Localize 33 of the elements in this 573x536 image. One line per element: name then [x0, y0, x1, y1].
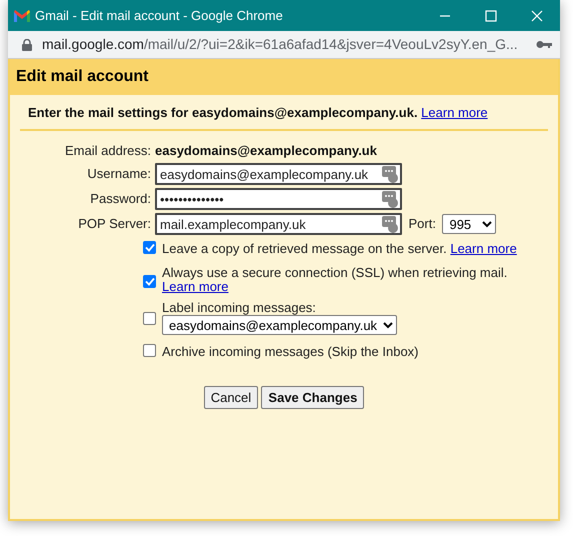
password-manager-icon[interactable] [382, 191, 398, 208]
port-select[interactable]: 995 [442, 214, 496, 234]
learn-more-link[interactable]: Learn more [421, 105, 488, 120]
learn-more-link[interactable]: Learn more [450, 241, 517, 256]
input-field[interactable]: •••••••••••••• [155, 188, 402, 210]
label-select[interactable]: easydomains@examplecompany.uk [162, 315, 397, 336]
password-manager-icon[interactable] [382, 216, 398, 233]
field-label: Email address: [64, 142, 151, 160]
cancel-button[interactable]: Cancel [204, 386, 258, 410]
port-label: Port: [408, 215, 436, 234]
key-icon[interactable] [536, 40, 552, 49]
intro-text: Enter the mail settings for easydomains@examplecompany.uk. Learn more [20, 101, 548, 130]
option-label: Label incoming messages: [162, 301, 317, 316]
field-label: Password: [89, 190, 151, 208]
lock-icon [22, 38, 32, 50]
checkbox[interactable] [143, 312, 156, 326]
window-title: Gmail - Edit mail account - Google Chrome [35, 6, 284, 25]
option-label: Archive incoming messages (Skip the Inbox) [162, 344, 419, 360]
checkbox[interactable] [143, 274, 156, 288]
input-field[interactable]: easydomains@examplecompany.uk [155, 163, 402, 185]
checkbox[interactable] [143, 241, 156, 254]
mail-logo-icon [14, 10, 30, 22]
email-value: easydomains@examplecompany.uk [155, 142, 378, 160]
input-field[interactable]: mail.examplecompany.uk [155, 213, 402, 235]
option-label: Always use a secure connection (SSL) when retrieving mail. [162, 266, 508, 280]
checkbox[interactable] [143, 344, 156, 358]
learn-more-link[interactable]: Learn more [162, 278, 228, 294]
password-manager-icon[interactable] [382, 166, 398, 183]
field-label: POP Server: [77, 215, 151, 234]
option-label: Leave a copy of retrieved message on the server. [162, 241, 447, 256]
save-button[interactable]: Save Changes [261, 386, 364, 410]
dialog-title: Edit mail account [10, 59, 558, 95]
field-label: Username: [86, 165, 151, 184]
